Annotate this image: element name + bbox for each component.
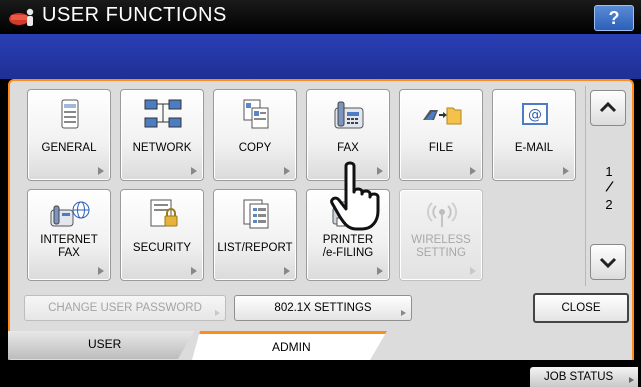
- file-folder-icon: [423, 107, 462, 125]
- arrow-icon: [284, 167, 290, 175]
- arrow-icon: [377, 267, 383, 275]
- email-button[interactable]: @ E-MAIL: [492, 89, 576, 181]
- wireless-setting-label: WIRELESS SETTING: [411, 234, 471, 259]
- list-report-button[interactable]: LIST/REPORT: [213, 189, 297, 281]
- tab-admin[interactable]: ADMIN: [192, 331, 387, 360]
- file-button[interactable]: FILE: [399, 89, 483, 181]
- chevron-down-icon: [599, 257, 617, 269]
- arrow-icon: [215, 310, 220, 316]
- copy-button[interactable]: COPY: [213, 89, 297, 181]
- tab-admin-label: ADMIN: [272, 340, 311, 354]
- fax-label: FAX: [337, 142, 359, 154]
- file-label: FILE: [428, 142, 454, 154]
- arrow-icon: [98, 267, 104, 275]
- general-button[interactable]: GENERAL: [27, 89, 111, 181]
- copy-icon: [243, 99, 269, 129]
- email-label: E-MAIL: [514, 142, 554, 154]
- change-user-password-button[interactable]: CHANGE USER PASSWORD: [24, 295, 226, 321]
- job-status-label: JOB STATUS: [544, 371, 614, 383]
- settings-8021x-label: 802.1X SETTINGS: [274, 302, 372, 314]
- title-bar: USER FUNCTIONS ?: [0, 0, 641, 34]
- help-button[interactable]: ?: [594, 5, 634, 31]
- tab-user[interactable]: USER: [8, 331, 194, 359]
- arrow-icon: [98, 167, 104, 175]
- arrow-icon: [563, 167, 569, 175]
- printer-icon: [61, 99, 79, 129]
- scroll-down-button[interactable]: [590, 244, 626, 280]
- arrow-icon: [470, 167, 476, 175]
- user-functions-logo-icon: [9, 8, 34, 26]
- security-label: SECURITY: [132, 242, 192, 254]
- list-report-icon: [243, 199, 269, 229]
- wireless-icon: [426, 202, 458, 227]
- chevron-up-icon: [599, 101, 617, 113]
- email-icon: @: [522, 103, 548, 125]
- internet-fax-label: INTERNET FAX: [40, 234, 98, 259]
- scroll-up-button[interactable]: [590, 90, 626, 126]
- arrow-icon: [470, 267, 476, 275]
- fax-icon: [334, 101, 364, 129]
- change-user-password-label: CHANGE USER PASSWORD: [48, 302, 202, 314]
- job-status-button[interactable]: JOB STATUS: [530, 367, 638, 387]
- close-button[interactable]: CLOSE: [533, 293, 629, 323]
- tab-user-label: USER: [88, 337, 122, 351]
- arrow-icon: [401, 310, 406, 316]
- printer-efiling-label: PRINTER/e-FILING: [322, 234, 374, 259]
- arrow-icon: [284, 267, 290, 275]
- security-button[interactable]: SECURITY: [120, 189, 204, 281]
- page-title: USER FUNCTIONS: [42, 4, 227, 26]
- arrow-icon: [191, 167, 197, 175]
- copy-label: COPY: [238, 142, 272, 154]
- list-report-label: LIST/REPORT: [217, 242, 293, 254]
- page-scroller: 1 / 2: [585, 86, 631, 286]
- svg-text:@: @: [528, 107, 542, 123]
- network-button[interactable]: NETWORK: [120, 89, 204, 181]
- general-label: GENERAL: [41, 142, 97, 154]
- network-icon: [144, 99, 182, 128]
- close-label: CLOSE: [561, 302, 601, 314]
- page-indicator: 1 / 2: [586, 164, 632, 212]
- internet-fax-button[interactable]: INTERNET FAX: [27, 189, 111, 281]
- security-icon: [150, 199, 178, 227]
- hand-pointer-icon: [330, 161, 380, 231]
- network-label: NETWORK: [132, 142, 192, 154]
- wireless-setting-button[interactable]: WIRELESS SETTING: [399, 189, 483, 281]
- arrow-icon: [191, 267, 197, 275]
- message-band: [0, 34, 641, 79]
- settings-8021x-button[interactable]: 802.1X SETTINGS: [234, 295, 412, 321]
- internet-fax-icon: [50, 201, 90, 227]
- arrow-icon: [629, 377, 634, 383]
